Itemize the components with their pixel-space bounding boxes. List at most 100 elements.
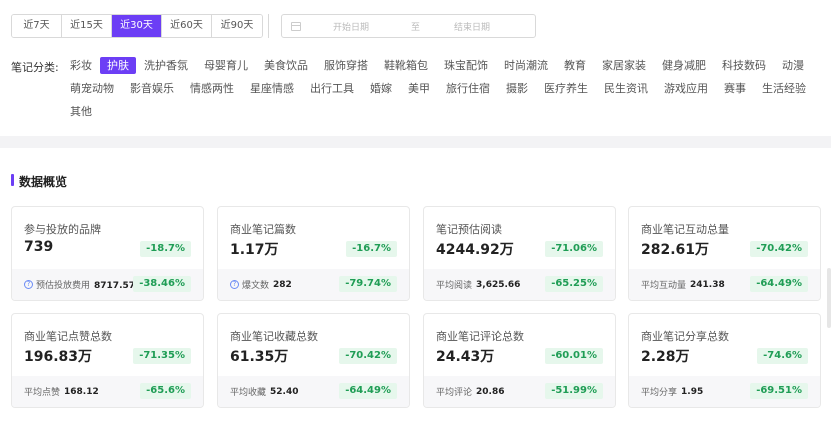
- metric-change-badge: -70.42%: [339, 348, 397, 364]
- scrollbar-handle[interactable]: [827, 268, 831, 328]
- category-item[interactable]: 健身减肥: [654, 57, 714, 74]
- category-item[interactable]: 彩妆: [62, 57, 100, 74]
- metric-value: 4244.92万: [436, 242, 514, 258]
- range-tab-15d[interactable]: 近15天: [62, 15, 112, 37]
- metric-card-sub: 平均评论 20.86 -51.99%: [424, 376, 615, 407]
- metric-label: 商业笔记收藏总数: [230, 330, 318, 343]
- category-item[interactable]: 时尚潮流: [496, 57, 556, 74]
- category-item[interactable]: 生活经验: [754, 80, 814, 97]
- category-item[interactable]: 动漫: [774, 57, 812, 74]
- sub-metric-label: 预估投放费用: [36, 281, 91, 291]
- metric-label: 商业笔记点赞总数: [24, 330, 112, 343]
- category-item[interactable]: 民生资讯: [596, 80, 656, 97]
- start-date-input[interactable]: 开始日期: [333, 20, 369, 33]
- range-tab-7d[interactable]: 近7天: [12, 15, 62, 37]
- category-item[interactable]: 护肤: [100, 57, 136, 74]
- sub-metric-value: 20.86: [476, 386, 505, 397]
- metric-change-badge: -74.6%: [757, 348, 808, 364]
- metric-card-sub: ? 爆文数 282 -79.74%: [218, 269, 409, 300]
- sub-metric: 平均点赞 168.12: [24, 385, 99, 399]
- filter-panel: 近7天 近15天 近30天 近60天 近90天 开始日期 至 结束日期 笔记分类…: [0, 0, 831, 136]
- question-icon[interactable]: ?: [230, 280, 239, 289]
- category-item[interactable]: 教育: [556, 57, 594, 74]
- category-item[interactable]: 洗护香氛: [136, 57, 196, 74]
- metric-card: 商业笔记分享总数 2.28万 -74.6% 平均分享 1.95 -69.51%: [628, 313, 821, 408]
- sub-metric-label: 平均分享: [641, 388, 678, 398]
- date-range-tabs: 近7天 近15天 近30天 近60天 近90天: [11, 14, 263, 38]
- sub-metric-label: 平均评论: [436, 388, 473, 398]
- category-item[interactable]: 情感两性: [182, 80, 242, 97]
- category-item[interactable]: 婚嫁: [362, 80, 400, 97]
- metric-label: 商业笔记篇数: [230, 223, 296, 236]
- metric-card-main: 商业笔记评论总数 24.43万 -60.01%: [424, 314, 615, 376]
- metric-card-sub: 平均点赞 168.12 -65.6%: [12, 376, 203, 407]
- sub-change-badge: -65.6%: [140, 383, 191, 399]
- category-item[interactable]: 摄影: [498, 80, 536, 97]
- category-item[interactable]: 其他: [62, 103, 100, 120]
- sub-metric-value: 1.95: [681, 386, 704, 397]
- category-item[interactable]: 珠宝配饰: [436, 57, 496, 74]
- category-label: 笔记分类:: [11, 61, 59, 74]
- metric-card: 商业笔记互动总量 282.61万 -70.42% 平均互动量 241.38 -64.49%: [628, 206, 821, 301]
- sub-change-badge: -51.99%: [545, 383, 603, 399]
- metric-change-badge: -60.01%: [545, 348, 603, 364]
- date-separator: 至: [411, 22, 421, 33]
- category-item[interactable]: 游戏应用: [656, 80, 716, 97]
- category-item[interactable]: 医疗养生: [536, 80, 596, 97]
- sub-metric: 平均评论 20.86: [436, 385, 505, 399]
- metric-change-badge: -71.06%: [545, 241, 603, 257]
- metric-value: 739: [24, 239, 54, 255]
- metric-change-badge: -71.35%: [133, 348, 191, 364]
- sub-metric: 平均阅读 3,625.66: [436, 278, 521, 292]
- question-icon[interactable]: ?: [24, 280, 33, 289]
- sub-metric-label: 平均互动量: [641, 281, 687, 291]
- category-item[interactable]: 萌宠动物: [62, 80, 122, 97]
- sub-metric: 平均分享 1.95: [641, 385, 704, 399]
- sub-metric: 平均收藏 52.40: [230, 385, 298, 399]
- category-item[interactable]: 赛事: [716, 80, 754, 97]
- category-item[interactable]: 母婴育儿: [196, 57, 256, 74]
- sub-metric: 平均互动量 241.38: [641, 278, 725, 292]
- metric-card-sub: 平均阅读 3,625.66 -65.25%: [424, 269, 615, 300]
- category-item[interactable]: 美甲: [400, 80, 438, 97]
- metric-value: 24.43万: [436, 349, 495, 365]
- sub-change-badge: -65.25%: [545, 276, 603, 292]
- category-item[interactable]: 星座情感: [242, 80, 302, 97]
- sub-metric-value: 282: [273, 279, 292, 290]
- category-item[interactable]: 鞋靴箱包: [376, 57, 436, 74]
- metric-card: 商业笔记评论总数 24.43万 -60.01% 平均评论 20.86 -51.99%: [423, 313, 616, 408]
- divider: [268, 14, 269, 38]
- metric-card-sub: 平均分享 1.95 -69.51%: [629, 376, 820, 407]
- metric-label: 商业笔记评论总数: [436, 330, 524, 343]
- sub-metric-value: 241.38: [690, 279, 725, 290]
- metric-label: 商业笔记互动总量: [641, 223, 729, 236]
- sub-metric: ? 爆文数 282: [230, 278, 292, 291]
- metric-card: 笔记预估阅读 4244.92万 -71.06% 平均阅读 3,625.66 -65.25%: [423, 206, 616, 301]
- category-item[interactable]: 美食饮品: [256, 57, 316, 74]
- metric-card-main: 商业笔记互动总量 282.61万 -70.42%: [629, 207, 820, 269]
- metric-label: 商业笔记分享总数: [641, 330, 729, 343]
- metric-card-main: 笔记预估阅读 4244.92万 -71.06%: [424, 207, 615, 269]
- category-item[interactable]: 影音娱乐: [122, 80, 182, 97]
- section-title: 数据概览: [11, 173, 67, 190]
- range-tab-90d[interactable]: 近90天: [212, 15, 262, 37]
- range-tab-60d[interactable]: 近60天: [162, 15, 212, 37]
- category-item[interactable]: 出行工具: [302, 80, 362, 97]
- metric-card-main: 参与投放的品牌 739 -18.7%: [12, 207, 203, 269]
- end-date-input[interactable]: 结束日期: [454, 20, 490, 33]
- sub-metric-label: 平均阅读: [436, 281, 473, 291]
- date-range-picker[interactable]: 开始日期 至 结束日期: [281, 14, 536, 38]
- sub-change-badge: -38.46%: [133, 276, 191, 292]
- category-item[interactable]: 服饰穿搭: [316, 57, 376, 74]
- category-item[interactable]: 旅行住宿: [438, 80, 498, 97]
- metric-value: 282.61万: [641, 242, 710, 258]
- metric-change-badge: -70.42%: [750, 241, 808, 257]
- sub-change-badge: -79.74%: [339, 276, 397, 292]
- sub-metric-value: 3,625.66: [476, 279, 521, 290]
- range-tab-30d[interactable]: 近30天: [112, 15, 162, 37]
- category-list: 彩妆 护肤 洗护香氛 母婴育儿 美食饮品 服饰穿搭 鞋靴箱包 珠宝配饰 时尚潮流 教育 家居家装 健身…: [62, 57, 822, 120]
- category-item[interactable]: 家居家装: [594, 57, 654, 74]
- metric-card-main: 商业笔记收藏总数 61.35万 -70.42%: [218, 314, 409, 376]
- category-item[interactable]: 科技数码: [714, 57, 774, 74]
- metric-card-main: 商业笔记分享总数 2.28万 -74.6%: [629, 314, 820, 376]
